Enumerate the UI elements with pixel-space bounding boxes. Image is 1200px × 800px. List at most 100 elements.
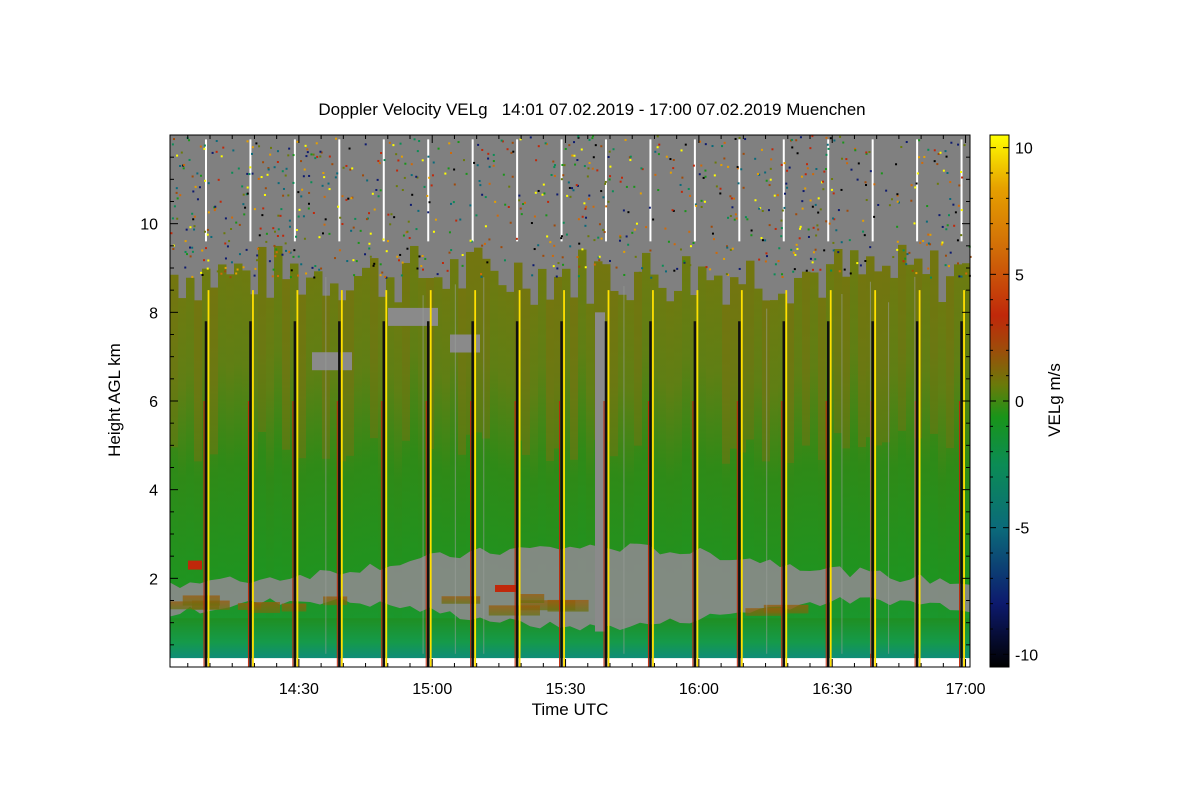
speckle bbox=[832, 192, 835, 195]
speckle bbox=[585, 205, 588, 208]
speckle bbox=[840, 188, 843, 191]
speckle bbox=[506, 148, 509, 151]
speckle bbox=[250, 152, 253, 155]
speckle bbox=[915, 272, 918, 275]
speckle bbox=[226, 245, 229, 248]
speckle bbox=[780, 235, 783, 238]
speckle bbox=[629, 159, 632, 162]
speckle bbox=[484, 196, 487, 199]
speckle bbox=[228, 240, 231, 243]
speckle bbox=[799, 225, 802, 228]
speckle bbox=[176, 154, 179, 157]
speckle bbox=[910, 184, 913, 187]
speckle bbox=[369, 232, 372, 235]
speckle bbox=[735, 217, 738, 220]
speckle bbox=[786, 186, 789, 189]
speckle bbox=[171, 217, 174, 220]
speckle bbox=[246, 186, 249, 189]
speckle bbox=[588, 138, 591, 141]
speckle bbox=[319, 155, 322, 158]
speckle bbox=[556, 267, 559, 270]
speckle bbox=[492, 153, 495, 156]
speckle bbox=[337, 205, 340, 208]
speckle bbox=[585, 216, 588, 219]
speckle bbox=[347, 197, 350, 200]
speckle bbox=[311, 266, 314, 269]
speckle bbox=[313, 276, 316, 279]
speckle bbox=[929, 276, 932, 279]
speckle bbox=[368, 212, 371, 215]
speckle bbox=[421, 159, 424, 162]
speckle bbox=[403, 176, 406, 179]
speckle bbox=[950, 141, 953, 144]
speckle bbox=[287, 194, 290, 197]
speckle bbox=[324, 218, 327, 221]
speckle bbox=[263, 193, 266, 196]
speckle bbox=[258, 145, 261, 148]
speckle bbox=[426, 194, 429, 197]
speckle bbox=[848, 239, 851, 242]
speckle bbox=[600, 190, 603, 193]
speckle bbox=[812, 251, 815, 254]
speckle bbox=[957, 204, 960, 207]
speckle bbox=[892, 256, 895, 259]
speckle bbox=[825, 136, 828, 139]
speckle bbox=[607, 156, 610, 159]
speckle bbox=[192, 190, 195, 193]
speckle bbox=[703, 200, 706, 203]
speckle bbox=[958, 275, 961, 278]
cloud-column-shade bbox=[170, 274, 179, 448]
speckle bbox=[778, 247, 781, 250]
speckle bbox=[908, 251, 911, 254]
speckle bbox=[814, 203, 817, 206]
speckle bbox=[215, 140, 218, 143]
speckle bbox=[657, 153, 660, 156]
speckle bbox=[284, 174, 287, 177]
speckle bbox=[744, 216, 747, 219]
speckle bbox=[822, 188, 825, 191]
speckle bbox=[862, 230, 865, 233]
speckle bbox=[780, 227, 783, 230]
speckle bbox=[398, 259, 401, 262]
speckle bbox=[683, 260, 686, 263]
speckle bbox=[771, 148, 774, 151]
speckle bbox=[256, 259, 259, 262]
speckle bbox=[798, 237, 801, 240]
speckle bbox=[184, 240, 187, 243]
speckle bbox=[698, 173, 701, 176]
speckle bbox=[927, 267, 930, 270]
speckle bbox=[395, 185, 398, 188]
speckle bbox=[737, 182, 740, 185]
speckle bbox=[723, 141, 726, 144]
speckle bbox=[615, 266, 618, 269]
speckle bbox=[702, 176, 705, 179]
speckle bbox=[284, 242, 287, 245]
speckle bbox=[837, 251, 840, 254]
speckle bbox=[900, 146, 903, 149]
speckle bbox=[828, 222, 831, 225]
speckle bbox=[744, 138, 747, 141]
speckle bbox=[432, 230, 435, 233]
speckle bbox=[279, 214, 282, 217]
speckle bbox=[583, 165, 586, 168]
speckle bbox=[839, 135, 842, 138]
speckle bbox=[573, 141, 576, 144]
speckle bbox=[940, 243, 943, 246]
speckle bbox=[255, 142, 258, 145]
speckle bbox=[302, 175, 305, 178]
speckle bbox=[625, 235, 628, 238]
speckle bbox=[352, 226, 355, 229]
speckle bbox=[557, 262, 560, 265]
speckle bbox=[944, 264, 947, 267]
speckle bbox=[224, 242, 227, 245]
speckle bbox=[531, 274, 534, 277]
speckle bbox=[827, 147, 830, 150]
speckle bbox=[577, 275, 580, 278]
colorbar-tick-label: 0 bbox=[1015, 394, 1024, 411]
speckle bbox=[645, 226, 648, 229]
speckle bbox=[334, 176, 337, 179]
cloud-column-shade bbox=[786, 303, 795, 464]
speckle bbox=[622, 209, 625, 212]
speckle bbox=[556, 193, 559, 196]
speckle bbox=[328, 188, 331, 191]
